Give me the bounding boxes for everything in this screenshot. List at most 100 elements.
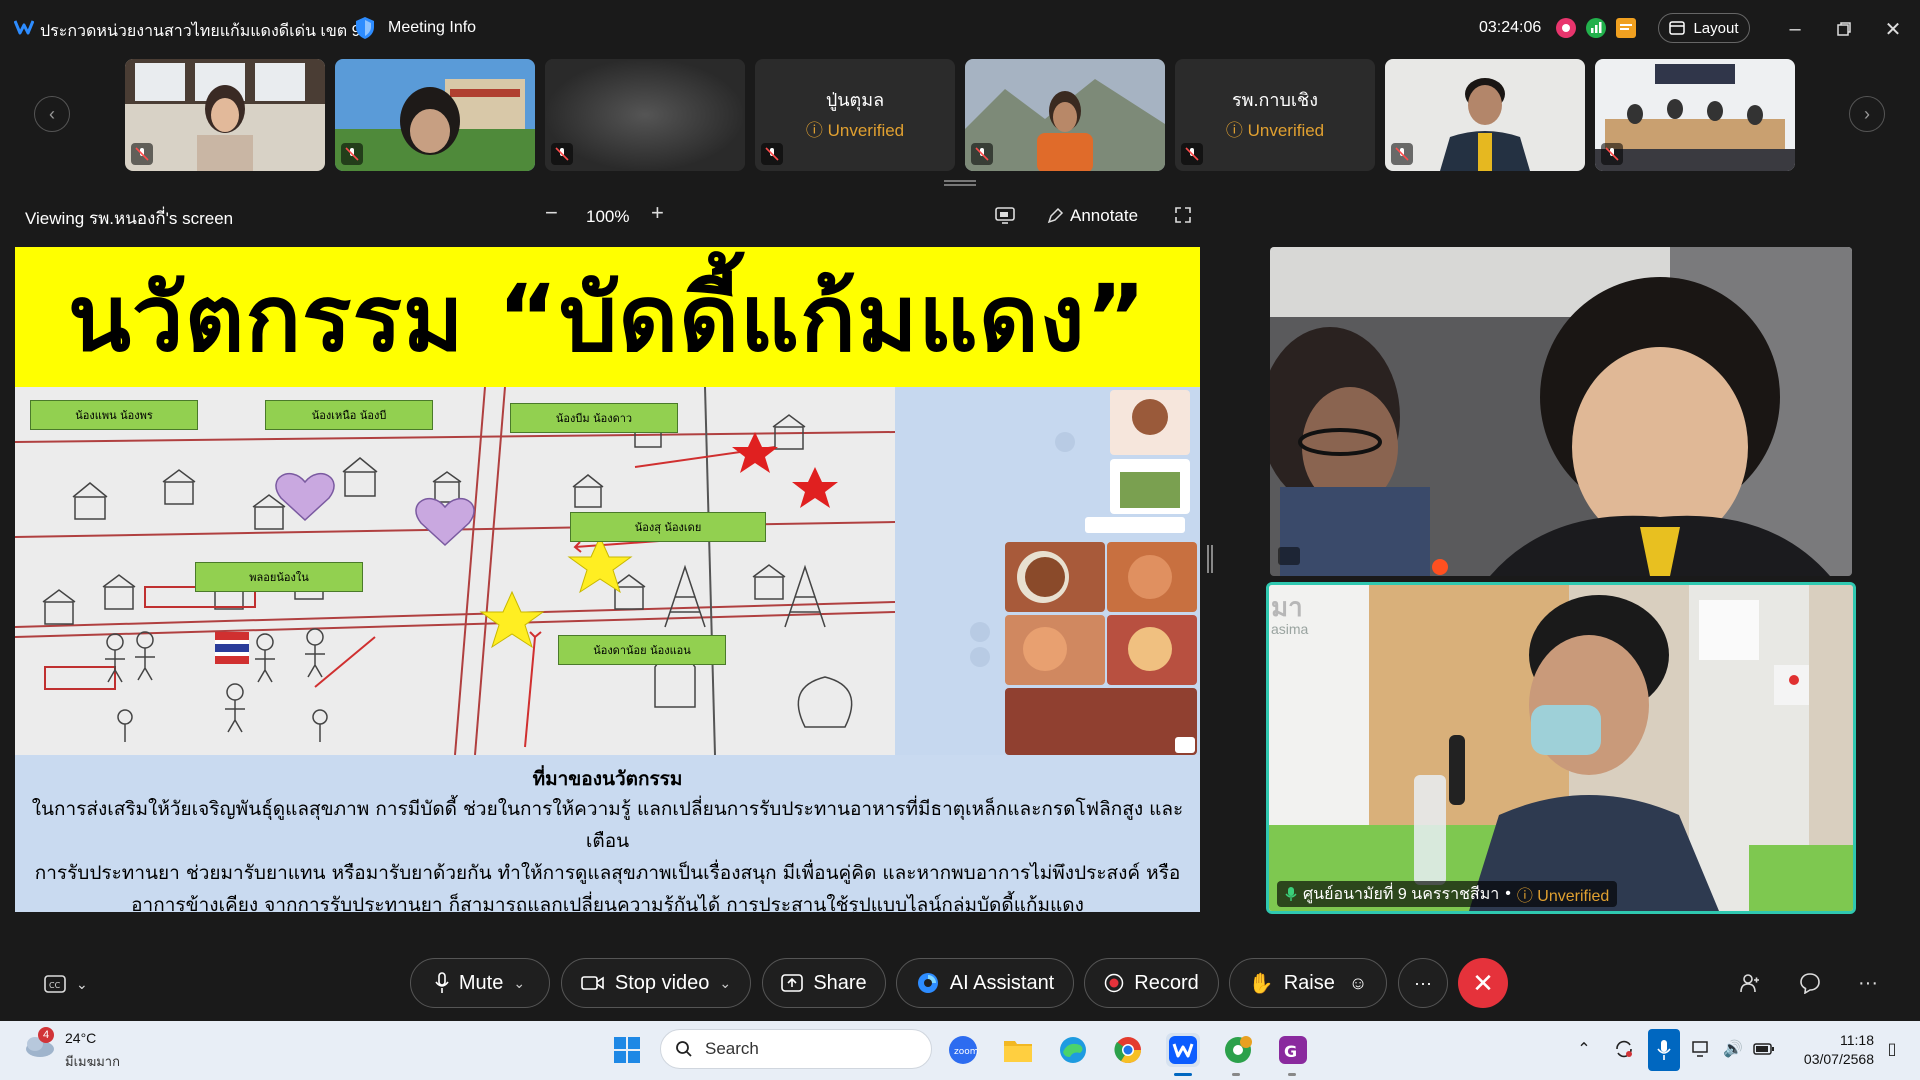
- minimize-icon[interactable]: –: [1780, 14, 1810, 44]
- strip-next-icon[interactable]: ›: [1849, 96, 1885, 132]
- active-speaker-tile[interactable]: มา asima ศูนย์อนามัยที่ 9 นครราชสีมา • ⓘ…: [1266, 582, 1856, 914]
- muted-mic-icon: [1181, 143, 1203, 165]
- chevron-down-icon: ⌄: [76, 975, 88, 992]
- muted-mic-icon: [551, 143, 573, 165]
- participant-tile[interactable]: ปู่นตุมล ⓘ Unverified: [755, 59, 955, 171]
- muted-mic-icon: [1391, 143, 1413, 165]
- participant-video: [1595, 59, 1795, 171]
- map-label: น้องเหนือ น้องบี: [265, 400, 433, 430]
- running-app-indicator: [1288, 1073, 1296, 1076]
- speaker-name-label: ศูนย์อนามัยที่ 9 นครราชสีมา • ⓘ Unverifi…: [1277, 881, 1618, 907]
- more-icon: ···: [1414, 972, 1432, 993]
- video-camera-icon: [581, 976, 604, 990]
- viewing-label: Viewing รพ.หนองกี่'s screen: [25, 209, 234, 228]
- reactions-icon[interactable]: ☺: [1349, 973, 1367, 994]
- network-icon[interactable]: [1690, 1037, 1714, 1061]
- share-button[interactable]: Share: [762, 958, 886, 1008]
- svg-text:G: G: [1284, 1042, 1297, 1061]
- zoom-out-button[interactable]: −: [545, 200, 558, 226]
- edge-browser-icon[interactable]: [1056, 1033, 1090, 1067]
- chrome-browser-icon[interactable]: [1111, 1033, 1145, 1067]
- unverified-status: ⓘ Unverified: [1225, 121, 1325, 140]
- meeting-info-link[interactable]: Meeting Info: [388, 19, 476, 37]
- system-clock[interactable]: 11:18 03/07/2568: [1790, 1031, 1874, 1069]
- connection-stats-icon[interactable]: [1586, 18, 1606, 38]
- meeting-timer: 03:24:06: [1479, 19, 1542, 36]
- resize-handle[interactable]: [944, 180, 976, 186]
- ai-assistant-button[interactable]: AI Assistant: [896, 958, 1074, 1008]
- title-bar: ประกวดหน่วยงานสาวไทยแก้มแดงดีเด่น เขต 9 …: [0, 0, 1920, 56]
- record-button[interactable]: Record: [1084, 958, 1219, 1008]
- stop-video-button[interactable]: Stop video ⌄: [561, 958, 751, 1008]
- battery-icon[interactable]: [1752, 1037, 1776, 1061]
- slide-description-line: การรับประทานยา ช่วยมารับยาแทน หรือมารับย…: [34, 862, 1181, 884]
- close-window-icon[interactable]: ✕: [1878, 14, 1908, 44]
- raise-hand-button[interactable]: ✋ Raise ☺: [1229, 958, 1387, 1008]
- participant-tile[interactable]: รพ.กาบเชิง ⓘ Unverified: [1175, 59, 1375, 171]
- more-tools-icon[interactable]: ···: [1855, 970, 1881, 996]
- windows-start-icon[interactable]: [610, 1033, 644, 1067]
- sync-icon[interactable]: [1612, 1037, 1636, 1061]
- clock-time: 11:18: [1840, 1032, 1874, 1048]
- participant-tile[interactable]: [545, 59, 745, 171]
- participant-tile[interactable]: [1385, 59, 1585, 171]
- more-options-button[interactable]: ···: [1398, 958, 1448, 1008]
- taskbar-search-input[interactable]: Search: [660, 1029, 932, 1069]
- layout-label: Layout: [1693, 19, 1739, 37]
- svg-text:CC: CC: [49, 981, 61, 990]
- chevron-down-icon[interactable]: ⌄: [513, 975, 525, 992]
- strip-prev-icon[interactable]: ‹: [34, 96, 70, 132]
- participant-tile[interactable]: [965, 59, 1165, 171]
- zoom-in-button[interactable]: +: [651, 200, 664, 226]
- annotate-button[interactable]: Annotate: [1046, 206, 1138, 226]
- recording-indicator-icon[interactable]: [1556, 18, 1576, 38]
- restore-icon[interactable]: [1829, 14, 1859, 44]
- map-drawing: [15, 386, 896, 756]
- participant-tile[interactable]: [125, 59, 325, 171]
- chevron-down-icon[interactable]: ⌄: [719, 975, 731, 992]
- weather-temp[interactable]: 24°C: [65, 1030, 96, 1046]
- layout-icon: [1669, 21, 1686, 35]
- slide-headline: นวัตกรรม “บัดดี้แก้มแดง”: [68, 264, 1147, 372]
- zoom-active-app-icon[interactable]: [1166, 1033, 1200, 1067]
- volume-icon[interactable]: 🔊: [1721, 1037, 1745, 1061]
- raise-hand-icon: ✋: [1248, 972, 1274, 995]
- slide-description: ที่มาของนวัตกรรม ในการส่งเสริมให้วัยเจริ…: [15, 755, 1200, 912]
- layout-button[interactable]: Layout: [1658, 13, 1750, 43]
- wall-sign-subtext: asima: [1271, 621, 1309, 637]
- fullscreen-icon[interactable]: [1174, 206, 1192, 224]
- map-label: น้องบีม น้องดาว: [510, 403, 678, 433]
- speaker-status: ⓘ Unverified: [1516, 888, 1610, 905]
- participant-video: [545, 59, 745, 171]
- close-icon: ✕: [1472, 967, 1494, 998]
- map-label: น้องแพน น้องพร: [30, 400, 198, 430]
- chat-notice-icon[interactable]: [1616, 18, 1636, 38]
- chevron-up-icon[interactable]: ⌃: [1572, 1037, 1596, 1061]
- annotate-label: Annotate: [1070, 206, 1139, 225]
- muted-mic-icon: [971, 143, 993, 165]
- chat-icon[interactable]: [1797, 970, 1823, 996]
- participants-icon[interactable]: [1736, 970, 1762, 996]
- zoom-workplace-app-icon[interactable]: zoom: [946, 1033, 980, 1067]
- chrome-profile-icon[interactable]: [1221, 1033, 1255, 1067]
- view-options-icon[interactable]: [994, 206, 1016, 224]
- mute-label: Mute: [458, 971, 504, 994]
- participant-tile[interactable]: [1595, 59, 1795, 171]
- ai-assistant-icon: [917, 973, 938, 993]
- file-explorer-icon[interactable]: [1001, 1033, 1035, 1067]
- notification-icon[interactable]: ▯: [1880, 1037, 1904, 1061]
- pdf-app-icon[interactable]: G: [1276, 1033, 1310, 1067]
- muted-mic-icon: [341, 143, 363, 165]
- line-chat-screenshot: [895, 387, 1200, 755]
- captions-button[interactable]: CC ⌄: [44, 972, 100, 996]
- panel-splitter[interactable]: [1207, 545, 1213, 573]
- microphone-in-use-icon[interactable]: [1648, 1029, 1680, 1071]
- mute-button[interactable]: Mute ⌄: [410, 958, 550, 1008]
- video-tile[interactable]: [1270, 247, 1852, 576]
- weather-desc[interactable]: มีเมฆมาก: [65, 1051, 120, 1072]
- participant-video: [1385, 59, 1585, 171]
- leave-meeting-button[interactable]: ✕: [1458, 958, 1508, 1008]
- shield-icon[interactable]: [354, 16, 376, 40]
- participant-tile[interactable]: [335, 59, 535, 171]
- captions-icon: CC: [44, 975, 66, 993]
